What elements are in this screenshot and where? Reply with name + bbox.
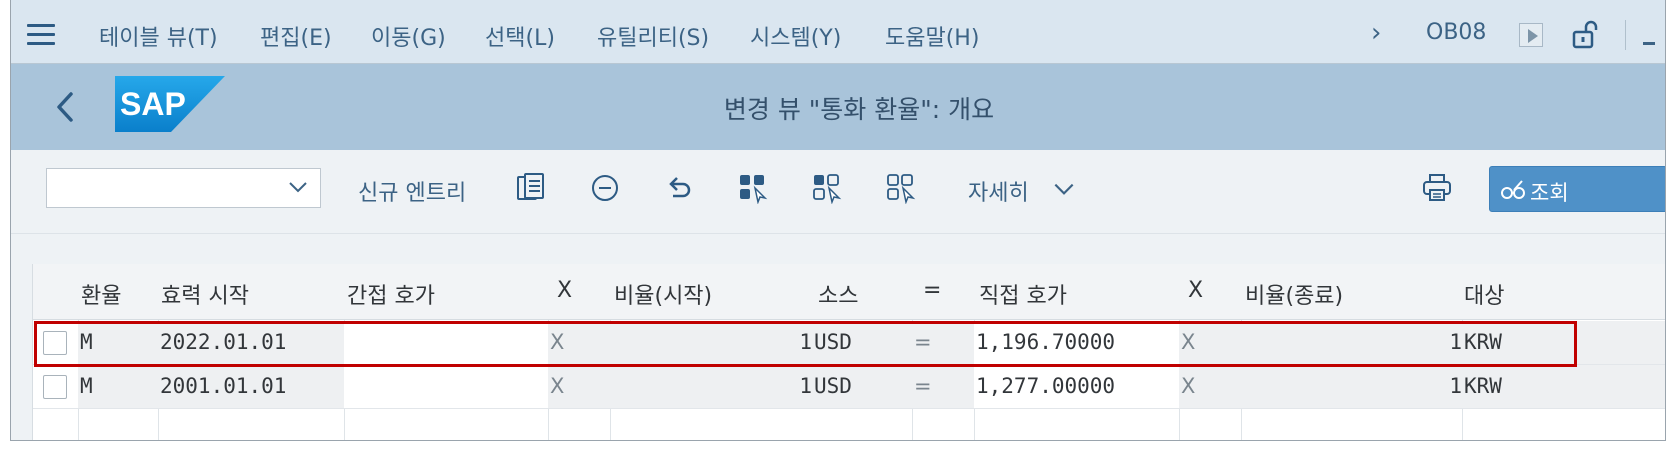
- x-cell: X: [1179, 321, 1241, 364]
- header-from-currency[interactable]: 소스: [818, 278, 858, 310]
- menu-system[interactable]: 시스템(Y): [750, 20, 841, 52]
- minimize-icon[interactable]: [1643, 42, 1655, 45]
- ratio-from-cell[interactable]: 1: [610, 321, 812, 364]
- chevron-right-icon[interactable]: ›: [1371, 18, 1381, 48]
- variant-dropdown[interactable]: [46, 168, 321, 208]
- chevron-down-icon[interactable]: [1051, 176, 1077, 202]
- undo-icon[interactable]: [663, 172, 695, 204]
- header-direct-quote[interactable]: 직접 호가: [979, 278, 1067, 310]
- ratio-to-cell[interactable]: 1: [1241, 321, 1462, 364]
- header-x2[interactable]: X: [1188, 278, 1203, 303]
- header-equals[interactable]: =: [923, 278, 941, 303]
- to-currency-cell[interactable]: KRW: [1462, 365, 1665, 408]
- header-indirect-quote[interactable]: 간접 호가: [347, 278, 435, 310]
- menu-bar: 테이블 뷰(T) 편집(E) 이동(G) 선택(L) 유틸리티(S) 시스템(Y…: [11, 0, 1665, 64]
- details-button[interactable]: 자세히: [968, 175, 1029, 207]
- table-row[interactable]: M 2022.01.01 X 1 USD = 1,196.70000 X 1 K…: [33, 321, 1665, 365]
- from-currency-cell[interactable]: USD: [812, 321, 912, 364]
- print-icon[interactable]: [1421, 172, 1453, 204]
- header-rate-type[interactable]: 환율: [81, 278, 121, 310]
- menu-goto[interactable]: 이동(G): [371, 20, 446, 52]
- application-toolbar: 신규 엔트리 자세히 조회: [11, 150, 1665, 234]
- rate-type-cell[interactable]: M: [78, 365, 158, 408]
- x-cell: X: [548, 321, 610, 364]
- sap-gui-window: 테이블 뷰(T) 편집(E) 이동(G) 선택(L) 유틸리티(S) 시스템(Y…: [10, 0, 1666, 441]
- transaction-code: OB08: [1426, 20, 1487, 45]
- from-currency-cell[interactable]: USD: [812, 365, 912, 408]
- copy-as-icon[interactable]: [515, 172, 547, 204]
- glasses-icon: [1501, 180, 1525, 199]
- x-cell: X: [548, 365, 610, 408]
- menu-table-view[interactable]: 테이블 뷰(T): [99, 20, 218, 52]
- play-icon[interactable]: [1519, 23, 1543, 47]
- unlock-icon[interactable]: [1571, 20, 1599, 50]
- shell-header: SAP 변경 뷰 "통화 환율": 개요: [11, 64, 1665, 150]
- header-to-currency[interactable]: 대상: [1464, 278, 1504, 310]
- ratio-to-cell[interactable]: 1: [1241, 365, 1462, 408]
- exchange-rate-table: 환율 효력 시작 간접 호가 X 비율(시작) 소스 = 직접 호가 X 비율(…: [32, 264, 1665, 440]
- x-cell: X: [1179, 365, 1241, 408]
- display-button[interactable]: 조회: [1489, 166, 1665, 212]
- new-entries-button[interactable]: 신규 엔트리: [358, 175, 466, 207]
- direct-quote-input[interactable]: 1,277.00000: [974, 365, 1179, 408]
- menu-utilities[interactable]: 유틸리티(S): [597, 20, 709, 52]
- select-block-icon[interactable]: [811, 172, 843, 204]
- indirect-quote-input[interactable]: [344, 365, 548, 408]
- rate-type-cell[interactable]: M: [78, 321, 158, 364]
- header-ratio-to[interactable]: 비율(종료): [1245, 278, 1343, 310]
- deselect-all-icon[interactable]: [885, 172, 917, 204]
- delete-minus-icon[interactable]: [589, 172, 621, 204]
- valid-from-cell[interactable]: 2001.01.01: [158, 365, 344, 408]
- row-select-checkbox[interactable]: [43, 331, 67, 355]
- table-row[interactable]: M 2001.01.01 X 1 USD = 1,277.00000 X 1 K…: [33, 365, 1665, 409]
- menu-help[interactable]: 도움말(H): [885, 20, 979, 52]
- header-x1[interactable]: X: [557, 278, 572, 303]
- hamburger-menu-icon[interactable]: [27, 24, 55, 46]
- display-button-label: 조회: [1530, 181, 1569, 205]
- ratio-from-cell[interactable]: 1: [610, 365, 812, 408]
- equals-cell: =: [912, 321, 974, 364]
- select-all-icon[interactable]: [737, 172, 769, 204]
- header-ratio-from[interactable]: 비율(시작): [614, 278, 712, 310]
- menu-edit[interactable]: 편집(E): [260, 20, 332, 52]
- equals-cell: =: [912, 365, 974, 408]
- page-title: 변경 뷰 "통화 환율": 개요: [723, 95, 995, 124]
- row-select-checkbox[interactable]: [43, 375, 67, 399]
- to-currency-cell[interactable]: KRW: [1462, 321, 1665, 364]
- menu-separator: [1625, 20, 1626, 50]
- menu-selection[interactable]: 선택(L): [485, 20, 555, 52]
- chevron-down-icon: [289, 182, 307, 193]
- header-valid-from[interactable]: 효력 시작: [161, 278, 249, 310]
- valid-from-cell[interactable]: 2022.01.01: [158, 321, 344, 364]
- direct-quote-input[interactable]: 1,196.70000: [974, 321, 1179, 364]
- table-header: 환율 효력 시작 간접 호가 X 비율(시작) 소스 = 직접 호가 X 비율(…: [33, 264, 1665, 320]
- indirect-quote-input[interactable]: [344, 321, 548, 364]
